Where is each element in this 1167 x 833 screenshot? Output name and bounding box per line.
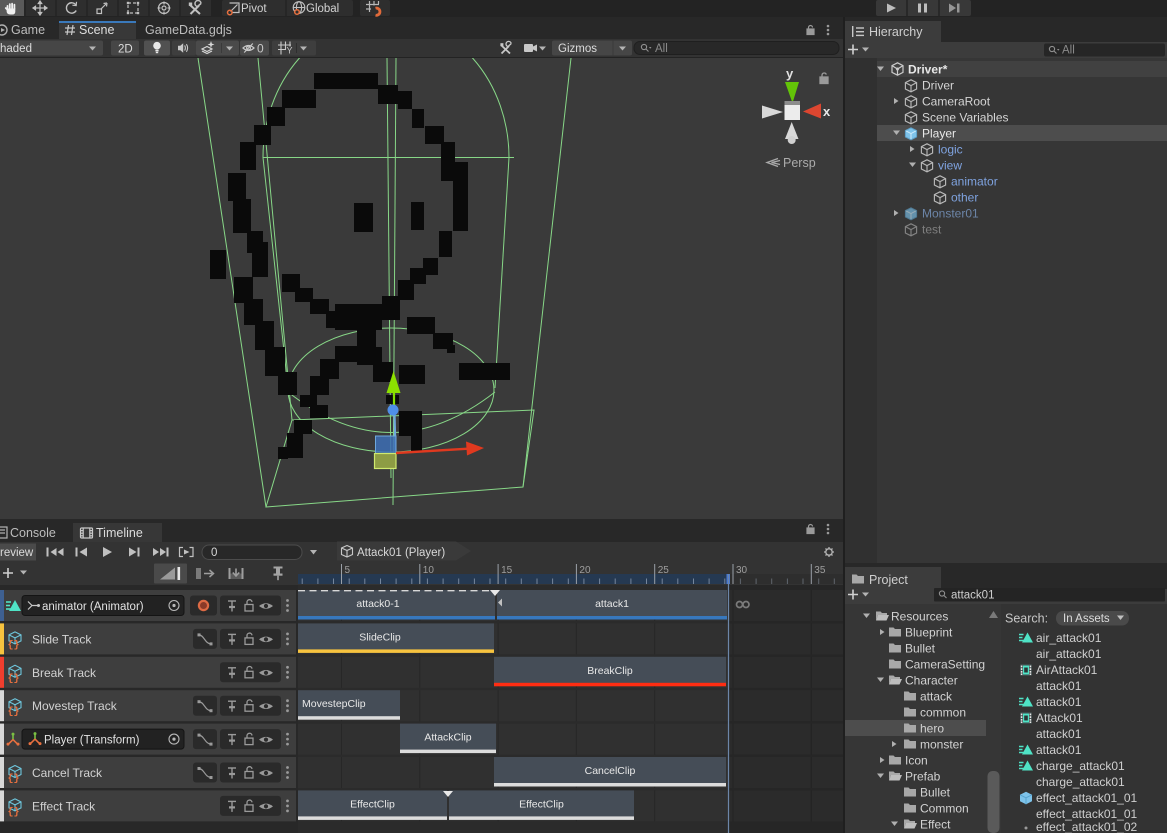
- svg-text:Prefab: Prefab: [905, 770, 941, 784]
- svg-text:logic: logic: [938, 143, 963, 157]
- svg-text:Icon: Icon: [905, 754, 928, 768]
- svg-text:Y: Y: [287, 46, 293, 56]
- svg-text:{}: {}: [8, 706, 20, 718]
- svg-text:Bullet: Bullet: [905, 642, 936, 656]
- svg-text:In Assets: In Assets: [1063, 613, 1110, 625]
- svg-text:Attack01 (Player): Attack01 (Player): [357, 547, 445, 559]
- svg-text:Gizmos: Gizmos: [558, 43, 597, 55]
- svg-text:Driver: Driver: [922, 79, 954, 93]
- svg-text:effect_attack01_02: effect_attack01_02: [1036, 820, 1138, 833]
- svg-text:animator (Animator): animator (Animator): [42, 601, 144, 613]
- svg-text:Timeline: Timeline: [96, 526, 143, 540]
- svg-text:Scene Variables: Scene Variables: [922, 111, 1009, 125]
- svg-text:All: All: [1062, 45, 1075, 57]
- svg-text:Driver*: Driver*: [908, 63, 948, 77]
- svg-text:x: x: [823, 104, 831, 119]
- svg-text:attack01: attack01: [1036, 679, 1082, 693]
- svg-text:monster: monster: [920, 738, 963, 752]
- svg-text:Search:: Search:: [1005, 612, 1048, 626]
- svg-text:2D: 2D: [118, 44, 133, 56]
- svg-text:Game: Game: [11, 23, 45, 37]
- svg-text:Monster01: Monster01: [922, 207, 979, 221]
- svg-text:animator: animator: [951, 175, 998, 189]
- svg-text:35: 35: [814, 565, 826, 576]
- svg-text:{}: {}: [8, 673, 20, 685]
- svg-text:Slide Track: Slide Track: [32, 632, 92, 646]
- svg-text:25: 25: [658, 565, 670, 576]
- svg-text:Movestep Track: Movestep Track: [32, 699, 118, 713]
- svg-text:hero: hero: [920, 722, 944, 736]
- svg-text:SlideClip: SlideClip: [359, 631, 401, 643]
- svg-text:attack01: attack01: [1036, 695, 1082, 709]
- svg-text:attack01: attack01: [1036, 727, 1082, 741]
- svg-text:15: 15: [501, 565, 513, 576]
- svg-text:y: y: [786, 66, 794, 81]
- svg-text:MovestepClip: MovestepClip: [302, 698, 366, 710]
- svg-text:Attack01: Attack01: [1036, 711, 1083, 725]
- svg-text:Scene: Scene: [79, 23, 114, 37]
- svg-text:Project: Project: [869, 573, 908, 587]
- svg-text:10: 10: [423, 565, 435, 576]
- svg-text:other: other: [951, 191, 978, 205]
- svg-text:Effect Track: Effect Track: [32, 799, 96, 813]
- svg-text:CameraSetting: CameraSetting: [905, 658, 985, 672]
- svg-text:charge_attack01: charge_attack01: [1036, 759, 1125, 773]
- svg-text:0: 0: [211, 547, 217, 559]
- svg-text:charge_attack01: charge_attack01: [1036, 775, 1125, 789]
- svg-text:EffectClip: EffectClip: [519, 798, 564, 810]
- svg-text:Player: Player: [922, 127, 956, 141]
- svg-text:20: 20: [579, 565, 591, 576]
- svg-text:CancelClip: CancelClip: [585, 765, 636, 777]
- svg-text:common: common: [920, 706, 966, 720]
- svg-text:Pivot: Pivot: [241, 3, 267, 15]
- svg-text:EffectClip: EffectClip: [350, 798, 395, 810]
- svg-text:Console: Console: [10, 526, 56, 540]
- svg-text:Persp: Persp: [783, 156, 816, 170]
- svg-text:attack01: attack01: [951, 590, 994, 602]
- svg-text:air_attack01: air_attack01: [1036, 647, 1102, 661]
- svg-text:All: All: [655, 43, 668, 55]
- svg-text:Resources: Resources: [891, 610, 948, 624]
- svg-text:Cancel Track: Cancel Track: [32, 766, 103, 780]
- svg-text:{}: {}: [8, 806, 20, 818]
- svg-text:attack: attack: [920, 690, 953, 704]
- svg-text:review: review: [0, 547, 34, 559]
- svg-text:AttackClip: AttackClip: [424, 732, 471, 744]
- svg-text:Common: Common: [920, 802, 969, 816]
- svg-text:Blueprint: Blueprint: [905, 626, 953, 640]
- svg-text:AirAttack01: AirAttack01: [1036, 663, 1098, 677]
- svg-text:Hierarchy: Hierarchy: [869, 25, 923, 39]
- svg-text:Player (Transform): Player (Transform): [44, 735, 140, 747]
- svg-text:attack01: attack01: [1036, 743, 1082, 757]
- svg-text:air_attack01: air_attack01: [1036, 631, 1102, 645]
- svg-text:Break Track: Break Track: [32, 666, 97, 680]
- svg-text:{}: {}: [8, 639, 20, 651]
- svg-text:Effect: Effect: [920, 818, 951, 832]
- svg-text:Global: Global: [306, 3, 339, 15]
- svg-text:5: 5: [345, 565, 351, 576]
- svg-text:30: 30: [736, 565, 748, 576]
- svg-text:attack1: attack1: [595, 598, 629, 610]
- svg-text:CameraRoot: CameraRoot: [922, 95, 991, 109]
- svg-text:Bullet: Bullet: [920, 786, 951, 800]
- svg-text:{}: {}: [8, 773, 20, 785]
- svg-text:0: 0: [257, 42, 264, 56]
- svg-text:haded: haded: [0, 43, 32, 55]
- svg-text:Character: Character: [905, 674, 958, 688]
- svg-text:view: view: [938, 159, 962, 173]
- svg-text:effect_attack01_01: effect_attack01_01: [1036, 807, 1138, 821]
- svg-text:effect_attack01_01: effect_attack01_01: [1036, 791, 1138, 805]
- svg-text:GameData.gdjs: GameData.gdjs: [145, 23, 232, 37]
- svg-text:BreakClip: BreakClip: [587, 665, 633, 677]
- svg-text:attack0-1: attack0-1: [356, 598, 399, 610]
- svg-text:test: test: [922, 223, 942, 237]
